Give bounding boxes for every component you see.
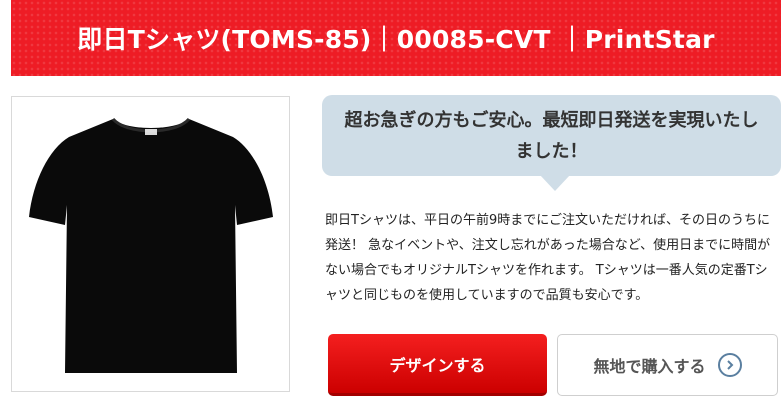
promo-callout: 超お急ぎの方もご安心。最短即日発送を実現いたしました！: [322, 95, 781, 191]
page-title: 即日Tシャツ(TOMS-85)｜00085-CVT ｜PrintStar: [77, 25, 715, 54]
buy-plain-button[interactable]: 無地で購入する: [557, 334, 778, 396]
design-button-label: デザインする: [389, 355, 486, 375]
page-header: 即日Tシャツ(TOMS-85)｜00085-CVT ｜PrintStar: [11, 0, 781, 76]
product-image-frame: [11, 96, 290, 392]
product-description: 即日Tシャツは、平日の午前9時までにご注文いただければ、その日のうちに発送！ 急…: [325, 213, 771, 303]
design-button[interactable]: デザインする: [328, 334, 547, 396]
chevron-right-circle-icon: [717, 353, 742, 377]
black-tshirt-icon: [28, 117, 273, 373]
buy-plain-button-label: 無地で購入する: [593, 357, 706, 376]
promo-callout-text: 超お急ぎの方もご安心。最短即日発送を実現いたしました！: [344, 109, 759, 162]
